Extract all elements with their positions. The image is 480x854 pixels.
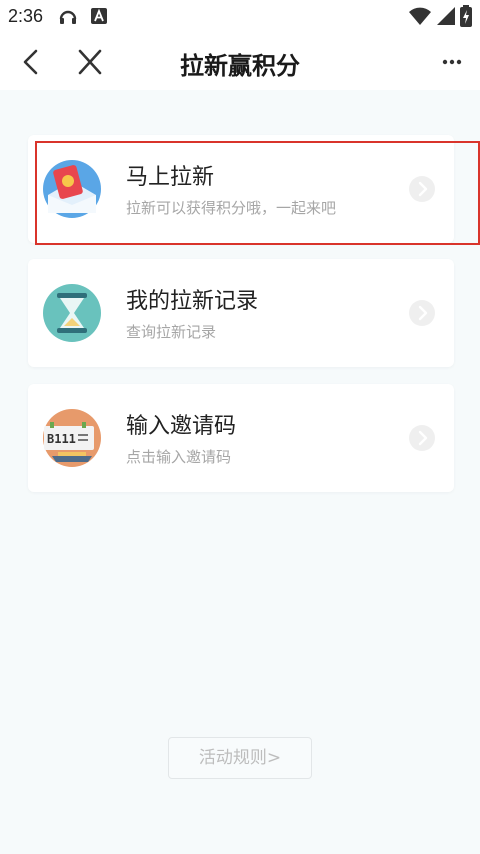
red-envelope-icon bbox=[43, 160, 101, 218]
battery-charging-icon bbox=[460, 5, 472, 27]
signal-icon bbox=[437, 7, 455, 25]
invite-records-card[interactable]: 我的拉新记录 查询拉新记录 bbox=[28, 259, 454, 367]
page-title: 拉新赢积分 bbox=[180, 52, 300, 80]
a-notification-icon bbox=[91, 8, 107, 24]
status-bar: 2:36 bbox=[0, 0, 480, 34]
enter-invite-code-card[interactable]: B111 输入邀请码 点击输入邀请码 bbox=[28, 384, 454, 492]
card-title: 马上拉新 bbox=[126, 165, 215, 190]
more-button[interactable] bbox=[434, 46, 470, 78]
card-title: 我的拉新记录 bbox=[126, 289, 259, 314]
invite-code-icon: B111 bbox=[43, 409, 101, 467]
card-description: 拉新可以获得积分哦，一起来吧 bbox=[126, 199, 337, 217]
card-description: 点击输入邀请码 bbox=[126, 448, 232, 466]
headset-icon bbox=[59, 10, 77, 24]
activity-rules-button[interactable]: 活动规则> bbox=[168, 737, 312, 779]
chevron-right-icon bbox=[409, 176, 435, 202]
invite-code-text: B111 bbox=[47, 432, 76, 446]
chevron-right-icon bbox=[409, 425, 435, 451]
status-time: 2:36 bbox=[8, 6, 44, 26]
app-bar: 拉新赢积分 bbox=[0, 34, 480, 90]
hourglass-icon bbox=[43, 284, 101, 342]
chevron-right-icon bbox=[409, 300, 435, 326]
wifi-icon bbox=[409, 7, 431, 25]
invite-now-card[interactable]: 马上拉新 拉新可以获得积分哦，一起来吧 bbox=[28, 135, 454, 243]
card-description: 查询拉新记录 bbox=[126, 323, 217, 341]
card-title: 输入邀请码 bbox=[126, 414, 237, 439]
